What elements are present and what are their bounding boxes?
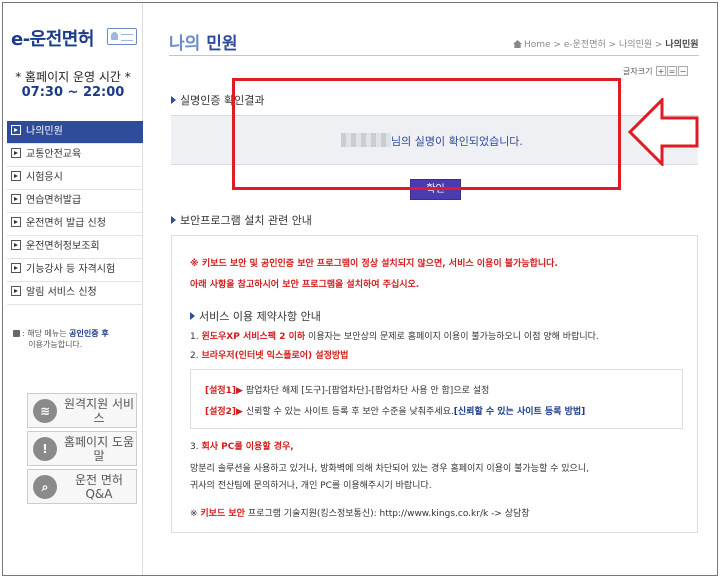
arrow-right-icon [11,217,21,227]
sidebar-item-my-requests[interactable]: 나의민원 [7,121,143,144]
item-text: 이용자는 보안상의 문제로 홈페이지 이용이 불가능하오니 이점 양해 바랍니다… [305,332,599,342]
breadcrumb: Home > e-운전면허 > 나의민원 > 나의민원 [513,37,699,50]
wifi-icon: ≋ [33,399,57,423]
setting-text: 팝업차단 해제 [도구]-[팝업차단]-[팝업차단 사용 안 함]으로 설정 [242,386,490,396]
sidebar-item-label: 연습면허발급 [26,195,82,206]
company-pc-desc-2: 귀사의 전산팀에 문의하거나, 개인 PC를 이용해주시기 바랍니다. [190,481,432,491]
page-title: 나의 민원 [169,29,237,54]
sidebar-item-exam[interactable]: 시험응시 [7,167,143,190]
limitation-item-3: 3. 회사 PC를 이용할 경우, [190,439,294,452]
sidebar-item-safety-education[interactable]: 교통안전교육 [7,144,143,167]
keyboard-support-note: ※ 키보드 보안 프로그램 기술지원(킹스정보통신): http://www.k… [190,506,530,519]
item-number: 3. [190,442,202,452]
sidebar-item-label: 나의민원 [26,126,63,137]
limitations-title: 서비스 이용 제약사항 안내 [190,308,321,324]
security-warning-2: 아래 사항을 참고하시어 보안 프로그램을 설치하여 주십시오. [190,280,420,290]
item-number: 2. [190,351,202,361]
sidebar: e-운전면허 * 홈페이지 운영 시간 * 07:30 ~ 22:00 나의민원… [3,3,143,575]
note-text: 프로그램 기술지원(킹스정보통신): http://www.kings.co.k… [244,509,530,519]
sidebar-item-learner-permit[interactable]: 연습면허발급 [7,190,143,213]
quick-link-label: 홈페이지 도움말 [63,435,135,463]
sidebar-item-license-issue[interactable]: 운전면허 발급 신청 [7,213,143,236]
breadcrumb-item[interactable]: e-운전면허 [564,40,606,50]
login-note-prefix: : 해당 메뉴는 [22,329,70,338]
font-decrease-button[interactable]: − [678,66,688,76]
breadcrumb-home[interactable]: Home [524,40,551,50]
exclamation-icon: ! [33,437,57,461]
note-prefix: ※ [190,509,201,519]
page-title-suffix: 민원 [200,34,238,54]
cert-login-link[interactable]: 공인인증 후 [69,329,109,338]
logo-text: e-운전면허 [11,29,94,50]
sidebar-menu: 나의민원 교통안전교육 시험응시 연습면허발급 운전면허 발급 신청 운전면허정… [7,121,143,305]
magnifier-icon: ⌕ [33,475,57,499]
pointer-arrow-icon [628,98,699,166]
item-number: 1. [190,332,202,342]
title-divider [169,55,699,56]
quick-link-label: 운전 면허 Q&A [75,473,123,501]
browser-settings-box: [설정1]▶ 팝업차단 해제 [도구]-[팝업차단]-[팝업차단 사용 안 함]… [190,369,683,429]
breadcrumb-item[interactable]: 나의민원 [619,40,652,50]
quick-link-label: 원격지원 서비스 [63,397,135,425]
limitation-item-1: 1. 윈도우XP 서비스팩 2 이하 이용자는 보안상의 문제로 홈페이지 이용… [190,329,599,342]
red-highlight-box [232,78,621,190]
bullet-arrow-icon [171,216,176,224]
hours-label: * 홈페이지 운영 시간 * [15,70,131,84]
limitations-title-text: 서비스 이용 제약사항 안내 [199,310,321,323]
sidebar-item-label: 운전면허 발급 신청 [26,218,106,229]
sidebar-item-label: 알림 서비스 신청 [26,287,97,298]
security-warning: ※ 키보드 보안 및 공인인증 보안 프로그램이 정상 설치되지 않으면, 서비… [190,259,558,269]
site-logo[interactable]: e-운전면허 [11,25,137,51]
setting-1: [설정1]▶ 팝업차단 해제 [도구]-[팝업차단]-[팝업차단 사용 안 함]… [205,383,489,396]
arrow-right-icon [11,240,21,250]
setting-text: 신뢰할 수 있는 사이트 등록 후 보안 수준을 낮춰주세요. [242,407,454,417]
sidebar-item-notification[interactable]: 알림 서비스 신청 [7,282,143,305]
security-section-title: 보안프로그램 설치 관련 안내 [171,212,312,228]
hours-value: 07:30 ~ 22:00 [21,85,125,100]
security-section-title-text: 보안프로그램 설치 관련 안내 [180,214,312,227]
item-highlight: 윈도우XP 서비스팩 2 이하 [201,332,306,342]
setting-tag: [설정2]▶ [205,407,243,417]
sidebar-item-label: 교통안전교육 [26,149,82,160]
sidebar-item-label: 운전면허정보조회 [26,241,100,252]
font-increase-button[interactable]: + [656,66,666,76]
arrow-right-icon [11,125,21,135]
font-size-control: 글자크기 + = − [623,66,688,77]
browser-frame: e-운전면허 * 홈페이지 운영 시간 * 07:30 ~ 22:00 나의민원… [2,2,718,576]
sidebar-item-label: 시험응시 [26,172,63,183]
trusted-site-guide-link[interactable]: [신뢰할 수 있는 사이트 등록 방법] [454,407,586,417]
sidebar-item-instructor-exam[interactable]: 기능강사 등 자격시험 [7,259,143,282]
security-info-box: ※ 키보드 보안 및 공인인증 보안 프로그램이 정상 설치되지 않으면, 서비… [171,235,698,533]
page-title-prefix: 나의 [169,34,201,54]
breadcrumb-current: 나의민원 [665,40,699,50]
item-highlight: 회사 PC를 이용할 경우, [201,442,294,452]
item-highlight: 브라우저(인터넷 익스플로어) 설정방법 [201,351,349,361]
arrow-right-icon [11,171,21,181]
setting-tag: [설정1]▶ [205,386,243,396]
faq-button[interactable]: ⌕ 운전 면허 Q&A [27,469,137,504]
sidebar-item-label: 기능강사 등 자격시험 [26,264,116,275]
font-size-label: 글자크기 [623,67,653,76]
lock-icon [13,330,20,337]
arrow-right-icon [11,148,21,158]
setting-2: [설정2]▶ 신뢰할 수 있는 사이트 등록 후 보안 수준을 낮춰주세요.[신… [205,404,585,417]
bullet-arrow-icon [190,312,195,320]
help-button[interactable]: ! 홈페이지 도움말 [27,431,137,466]
arrow-right-icon [11,263,21,273]
limitation-item-2: 2. 브라우저(인터넷 익스플로어) 설정방법 [190,348,348,361]
remote-support-button[interactable]: ≋ 원격지원 서비스 [27,393,137,428]
login-required-note: : 해당 메뉴는 공인인증 후 이용가능합니다. [13,328,138,350]
license-card-icon [107,28,137,45]
arrow-right-icon [11,286,21,296]
note-highlight: 키보드 보안 [200,509,245,519]
font-reset-button[interactable]: = [667,66,677,76]
bullet-arrow-icon [171,96,176,104]
home-icon [513,40,522,48]
company-pc-desc-1: 망분리 솔루션을 사용하고 있거나, 방화벽에 의해 차단되어 있는 경우 홈페… [190,464,589,474]
arrow-right-icon [11,194,21,204]
sidebar-item-license-info[interactable]: 운전면허정보조회 [7,236,143,259]
login-note-suffix: 이용가능합니다. [28,340,83,349]
